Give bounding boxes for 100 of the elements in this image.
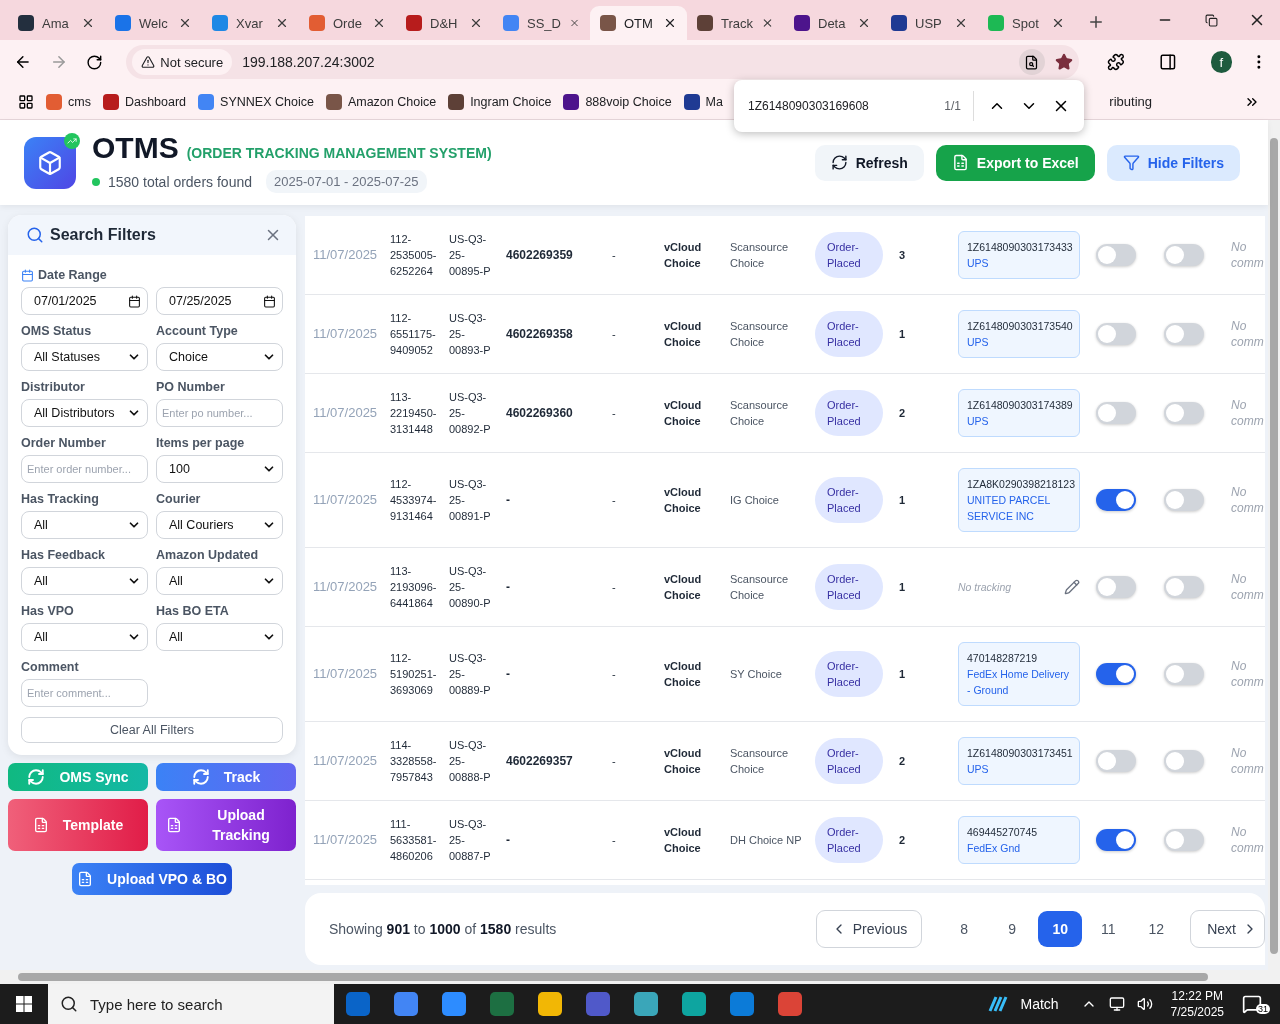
toggle-switch[interactable] xyxy=(1096,323,1136,345)
toggle-switch[interactable] xyxy=(1164,489,1204,511)
browser-tab[interactable]: OTM xyxy=(590,6,687,40)
profile-avatar[interactable]: f xyxy=(1210,51,1233,73)
bookmark-link[interactable]: Dashboard xyxy=(102,93,187,110)
browser-tab[interactable]: Spot xyxy=(978,6,1075,40)
page-button[interactable]: 11 xyxy=(1086,911,1131,947)
close-icon[interactable] xyxy=(81,16,95,30)
toggle-switch[interactable] xyxy=(1096,489,1136,511)
toggle-switch[interactable] xyxy=(1164,576,1204,598)
bookmark-link[interactable]: cms xyxy=(46,93,91,110)
toggle-switch[interactable] xyxy=(1164,244,1204,266)
browser-tab[interactable]: Orde xyxy=(299,6,396,40)
page-button[interactable]: 12 xyxy=(1134,911,1179,947)
select-field[interactable]: All xyxy=(21,511,148,539)
extensions-icon[interactable] xyxy=(1107,53,1125,71)
select-field[interactable]: Choice xyxy=(156,343,283,371)
browser-tab[interactable]: Track xyxy=(687,6,784,40)
bookmark-link[interactable]: SYNNEX Choice xyxy=(198,93,314,110)
track-button[interactable]: Track xyxy=(156,763,296,791)
toggle-switch[interactable] xyxy=(1096,750,1136,772)
browser-tab[interactable]: SS_D xyxy=(493,6,590,40)
table-cell-text: vCloud Choice xyxy=(664,659,703,690)
bookmark-link[interactable]: Amazon Choice xyxy=(325,93,437,110)
close-icon[interactable] xyxy=(857,16,871,30)
toggle-switch[interactable] xyxy=(1164,663,1204,685)
toggle-switch[interactable] xyxy=(1096,402,1136,424)
table-cell-text: US-Q3-25-00889-P xyxy=(449,651,492,698)
find-input[interactable]: 1Z6148090303169608 xyxy=(748,99,931,113)
close-icon[interactable] xyxy=(1051,16,1065,30)
close-icon[interactable] xyxy=(372,16,386,30)
date-field[interactable]: 07/01/2025 xyxy=(21,287,148,315)
refresh-button[interactable]: Refresh xyxy=(814,144,924,181)
browser-tab[interactable]: USP xyxy=(881,6,978,40)
previous-button[interactable]: Previous xyxy=(815,910,923,948)
input-field[interactable]: Enter po number... xyxy=(156,399,283,427)
filter-button[interactable]: Hide Filters xyxy=(1106,144,1240,181)
apps-icon[interactable] xyxy=(18,93,34,110)
toggle-switch[interactable] xyxy=(1096,244,1136,266)
select-field[interactable]: All xyxy=(156,623,283,651)
table-cell-text: - xyxy=(612,754,617,769)
toggle-switch[interactable] xyxy=(1096,663,1136,685)
input-field[interactable]: Enter order number... xyxy=(21,455,148,483)
address-bar[interactable]: Not secure 199.188.207.24:3002 xyxy=(126,45,1079,79)
close-icon[interactable] xyxy=(275,16,289,30)
network-icon[interactable] xyxy=(1108,996,1125,1012)
select-field[interactable]: 100 xyxy=(156,455,283,483)
toggle-switch[interactable] xyxy=(1164,829,1204,851)
bookmark-link[interactable]: Ingram Choice xyxy=(448,93,552,110)
browser-tab[interactable]: D&H xyxy=(396,6,493,40)
browser-tab[interactable]: Welc xyxy=(105,6,202,40)
status-badge: Order-Placed xyxy=(815,738,883,784)
vpo-button[interactable]: Upload VPO & BO xyxy=(72,863,232,895)
select-field[interactable]: All xyxy=(21,567,148,595)
taskbar-search[interactable]: Type here to search xyxy=(48,984,334,1024)
side-panel-icon[interactable] xyxy=(1158,53,1177,71)
clock[interactable]: 12:22 PM 7/25/2025 xyxy=(1170,988,1224,1020)
bookmark-link[interactable]: ributing xyxy=(1109,94,1152,109)
restore-icon[interactable] xyxy=(1204,13,1218,27)
close-icon[interactable] xyxy=(469,16,483,30)
page-button[interactable]: 9 xyxy=(990,911,1035,947)
bookmark-link[interactable]: 888voip Choice xyxy=(563,93,672,110)
bookmark-link[interactable]: Ma xyxy=(683,93,723,110)
toggle-switch[interactable] xyxy=(1096,576,1136,598)
page-button[interactable]: 8 xyxy=(942,911,987,947)
clear-filters-button[interactable]: Clear All Filters xyxy=(21,717,283,743)
reload-icon[interactable] xyxy=(85,53,103,71)
close-icon[interactable] xyxy=(663,16,677,30)
toggle-switch[interactable] xyxy=(1164,402,1204,424)
bookmark-star-icon[interactable] xyxy=(1055,53,1073,71)
back-icon[interactable] xyxy=(14,53,32,71)
upload-button[interactable]: Upload Tracking xyxy=(156,799,296,851)
browser-tab[interactable]: Deta xyxy=(784,6,881,40)
volume-icon[interactable] xyxy=(1136,996,1153,1012)
select-field[interactable]: All Statuses xyxy=(21,343,148,371)
table-cell: No comm xyxy=(1231,745,1265,777)
select-field[interactable]: All Couriers xyxy=(156,511,283,539)
security-chip[interactable]: Not secure xyxy=(132,49,233,75)
vertical-scrollbar[interactable] xyxy=(1268,120,1280,984)
horizontal-scrollbar[interactable] xyxy=(0,970,1268,984)
date-field[interactable]: 07/25/2025 xyxy=(156,287,283,315)
new-tab-icon[interactable] xyxy=(1087,13,1105,31)
close-icon[interactable] xyxy=(954,16,968,30)
table-cell-text: 11/07/2025 xyxy=(313,326,379,342)
template-button[interactable]: Template xyxy=(8,799,148,851)
select-field[interactable]: All xyxy=(156,567,283,595)
status-badge: Order-Placed xyxy=(815,817,883,863)
toggle-switch[interactable] xyxy=(1164,323,1204,345)
select-field[interactable]: All xyxy=(21,623,148,651)
toggle-switch[interactable] xyxy=(1164,750,1204,772)
pencil-icon[interactable] xyxy=(1064,579,1080,595)
next-button[interactable]: Next xyxy=(1190,910,1265,948)
page-button[interactable]: 10 xyxy=(1038,911,1083,947)
input-field[interactable]: Enter comment... xyxy=(21,679,148,707)
select-field[interactable]: All Distributors xyxy=(21,399,148,427)
toggle-switch[interactable] xyxy=(1096,829,1136,851)
find-in-page-button[interactable] xyxy=(1019,49,1045,75)
close-icon[interactable] xyxy=(178,16,192,30)
browser-tab[interactable]: Xvar xyxy=(202,6,299,40)
browser-tab[interactable]: Ama xyxy=(8,6,105,40)
